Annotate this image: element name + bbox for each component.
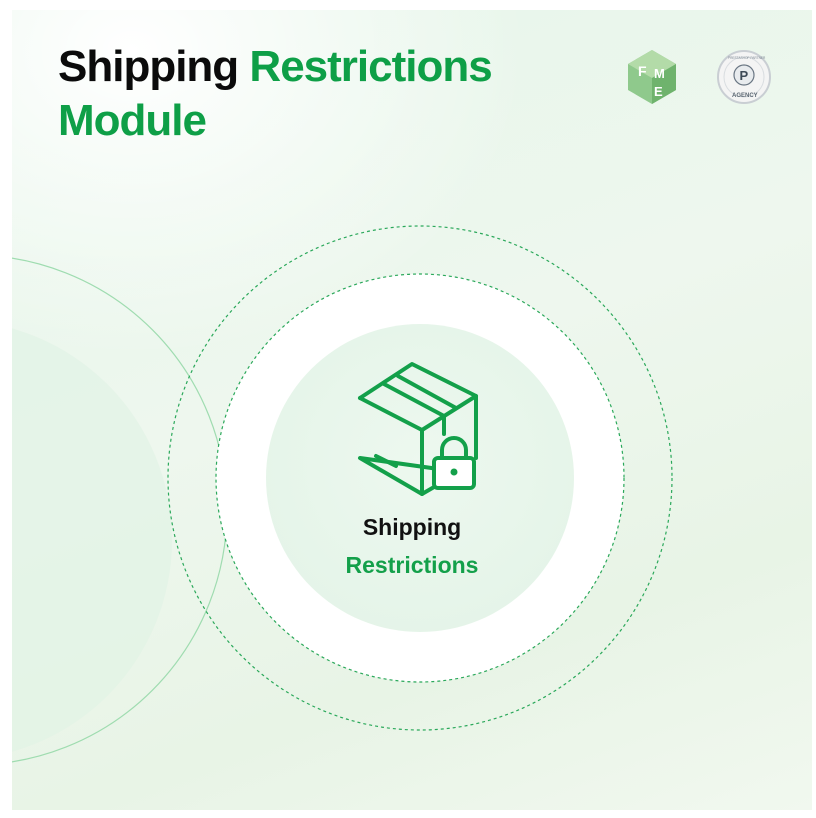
badge-agency-text: AGENCY [732,93,758,99]
banner: Shipping Restrictions Module F M E P AGE… [12,10,812,810]
center-label: Shipping Restrictions [302,508,522,584]
badge-top-text: PRESTASHOP PARTNER [728,56,766,60]
title-word-module: Module [58,96,207,145]
partner-logos: F M E P AGENCY PRESTASHOP PARTNER [628,50,771,104]
fme-logo: F M E [628,50,676,104]
title-word-restrictions: Restrictions [249,42,492,91]
page-title: Shipping Restrictions Module [58,40,493,148]
fme-letter-m: M [654,66,665,81]
center-label-line2: Restrictions [345,552,479,578]
prestashop-partner-badge: P AGENCY PRESTASHOP PARTNER [717,50,771,104]
center-label-line1: Shipping [362,514,462,540]
fme-letter-e: E [654,84,663,99]
badge-letter-p: P [740,68,749,83]
title-word-shipping: Shipping [58,42,239,91]
fme-letter-f: F [638,63,647,79]
